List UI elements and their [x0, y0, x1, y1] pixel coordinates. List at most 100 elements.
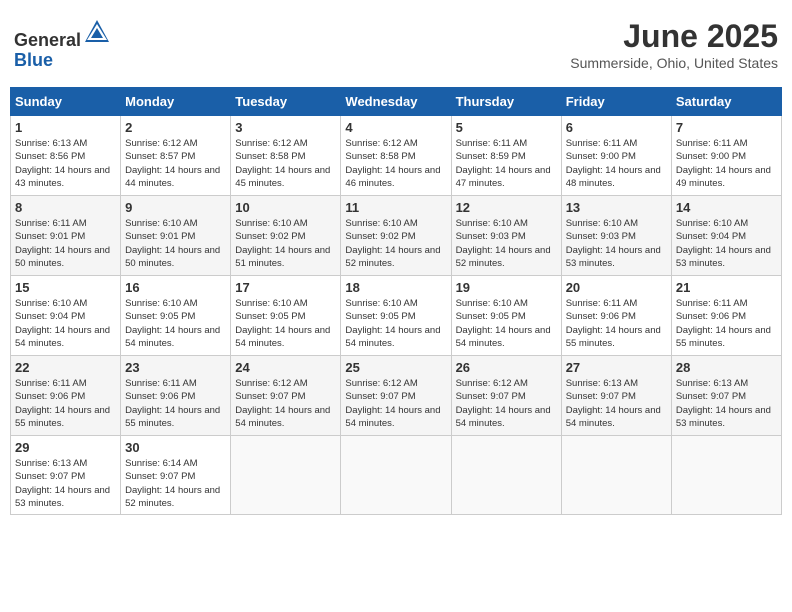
table-cell: 14 Sunrise: 6:10 AMSunset: 9:04 PMDaylig…: [671, 196, 781, 276]
col-monday: Monday: [121, 88, 231, 116]
day-info: Sunrise: 6:10 AMSunset: 9:02 PMDaylight:…: [345, 217, 446, 270]
day-number: 18: [345, 280, 446, 295]
day-number: 6: [566, 120, 667, 135]
table-cell: 24 Sunrise: 6:12 AMSunset: 9:07 PMDaylig…: [231, 356, 341, 436]
title-section: June 2025 Summerside, Ohio, United State…: [570, 18, 778, 71]
table-cell: 30 Sunrise: 6:14 AMSunset: 9:07 PMDaylig…: [121, 436, 231, 515]
day-number: 8: [15, 200, 116, 215]
table-cell: [671, 436, 781, 515]
day-info: Sunrise: 6:10 AMSunset: 9:02 PMDaylight:…: [235, 217, 336, 270]
calendar-week-1: 1 Sunrise: 6:13 AMSunset: 8:56 PMDayligh…: [11, 116, 782, 196]
day-info: Sunrise: 6:13 AMSunset: 9:07 PMDaylight:…: [676, 377, 777, 430]
calendar-header-row: Sunday Monday Tuesday Wednesday Thursday…: [11, 88, 782, 116]
day-number: 23: [125, 360, 226, 375]
table-cell: 23 Sunrise: 6:11 AMSunset: 9:06 PMDaylig…: [121, 356, 231, 436]
day-info: Sunrise: 6:11 AMSunset: 9:06 PMDaylight:…: [676, 297, 777, 350]
table-cell: [231, 436, 341, 515]
table-cell: 15 Sunrise: 6:10 AMSunset: 9:04 PMDaylig…: [11, 276, 121, 356]
logo-blue: Blue: [14, 50, 53, 70]
table-cell: 19 Sunrise: 6:10 AMSunset: 9:05 PMDaylig…: [451, 276, 561, 356]
col-saturday: Saturday: [671, 88, 781, 116]
day-number: 5: [456, 120, 557, 135]
table-cell: 12 Sunrise: 6:10 AMSunset: 9:03 PMDaylig…: [451, 196, 561, 276]
day-number: 14: [676, 200, 777, 215]
table-cell: 13 Sunrise: 6:10 AMSunset: 9:03 PMDaylig…: [561, 196, 671, 276]
table-cell: 16 Sunrise: 6:10 AMSunset: 9:05 PMDaylig…: [121, 276, 231, 356]
day-info: Sunrise: 6:13 AMSunset: 9:07 PMDaylight:…: [566, 377, 667, 430]
day-number: 25: [345, 360, 446, 375]
day-info: Sunrise: 6:12 AMSunset: 9:07 PMDaylight:…: [345, 377, 446, 430]
day-info: Sunrise: 6:12 AMSunset: 9:07 PMDaylight:…: [235, 377, 336, 430]
day-number: 7: [676, 120, 777, 135]
col-thursday: Thursday: [451, 88, 561, 116]
col-friday: Friday: [561, 88, 671, 116]
day-info: Sunrise: 6:11 AMSunset: 9:01 PMDaylight:…: [15, 217, 116, 270]
table-cell: 9 Sunrise: 6:10 AMSunset: 9:01 PMDayligh…: [121, 196, 231, 276]
day-number: 27: [566, 360, 667, 375]
day-number: 9: [125, 200, 226, 215]
calendar-week-2: 8 Sunrise: 6:11 AMSunset: 9:01 PMDayligh…: [11, 196, 782, 276]
table-cell: [341, 436, 451, 515]
day-info: Sunrise: 6:12 AMSunset: 8:58 PMDaylight:…: [235, 137, 336, 190]
logo: General Blue: [14, 18, 111, 71]
day-info: Sunrise: 6:12 AMSunset: 8:58 PMDaylight:…: [345, 137, 446, 190]
day-info: Sunrise: 6:13 AMSunset: 8:56 PMDaylight:…: [15, 137, 116, 190]
day-number: 4: [345, 120, 446, 135]
table-cell: 18 Sunrise: 6:10 AMSunset: 9:05 PMDaylig…: [341, 276, 451, 356]
day-info: Sunrise: 6:10 AMSunset: 9:05 PMDaylight:…: [345, 297, 446, 350]
logo-icon: [83, 18, 111, 46]
day-info: Sunrise: 6:11 AMSunset: 9:06 PMDaylight:…: [125, 377, 226, 430]
day-number: 19: [456, 280, 557, 295]
day-number: 17: [235, 280, 336, 295]
table-cell: 5 Sunrise: 6:11 AMSunset: 8:59 PMDayligh…: [451, 116, 561, 196]
table-cell: 22 Sunrise: 6:11 AMSunset: 9:06 PMDaylig…: [11, 356, 121, 436]
day-number: 15: [15, 280, 116, 295]
col-tuesday: Tuesday: [231, 88, 341, 116]
day-info: Sunrise: 6:14 AMSunset: 9:07 PMDaylight:…: [125, 457, 226, 510]
day-info: Sunrise: 6:11 AMSunset: 9:00 PMDaylight:…: [566, 137, 667, 190]
day-info: Sunrise: 6:10 AMSunset: 9:05 PMDaylight:…: [125, 297, 226, 350]
table-cell: 6 Sunrise: 6:11 AMSunset: 9:00 PMDayligh…: [561, 116, 671, 196]
table-cell: 11 Sunrise: 6:10 AMSunset: 9:02 PMDaylig…: [341, 196, 451, 276]
day-info: Sunrise: 6:10 AMSunset: 9:05 PMDaylight:…: [456, 297, 557, 350]
day-number: 16: [125, 280, 226, 295]
day-info: Sunrise: 6:10 AMSunset: 9:01 PMDaylight:…: [125, 217, 226, 270]
day-number: 1: [15, 120, 116, 135]
day-info: Sunrise: 6:12 AMSunset: 9:07 PMDaylight:…: [456, 377, 557, 430]
day-info: Sunrise: 6:13 AMSunset: 9:07 PMDaylight:…: [15, 457, 116, 510]
day-number: 30: [125, 440, 226, 455]
day-info: Sunrise: 6:10 AMSunset: 9:05 PMDaylight:…: [235, 297, 336, 350]
day-number: 11: [345, 200, 446, 215]
table-cell: 10 Sunrise: 6:10 AMSunset: 9:02 PMDaylig…: [231, 196, 341, 276]
day-number: 13: [566, 200, 667, 215]
table-cell: 17 Sunrise: 6:10 AMSunset: 9:05 PMDaylig…: [231, 276, 341, 356]
table-cell: 25 Sunrise: 6:12 AMSunset: 9:07 PMDaylig…: [341, 356, 451, 436]
table-cell: 3 Sunrise: 6:12 AMSunset: 8:58 PMDayligh…: [231, 116, 341, 196]
calendar-week-3: 15 Sunrise: 6:10 AMSunset: 9:04 PMDaylig…: [11, 276, 782, 356]
day-number: 26: [456, 360, 557, 375]
day-number: 22: [15, 360, 116, 375]
day-number: 3: [235, 120, 336, 135]
table-cell: [451, 436, 561, 515]
table-cell: 28 Sunrise: 6:13 AMSunset: 9:07 PMDaylig…: [671, 356, 781, 436]
day-info: Sunrise: 6:10 AMSunset: 9:04 PMDaylight:…: [15, 297, 116, 350]
day-info: Sunrise: 6:11 AMSunset: 9:06 PMDaylight:…: [566, 297, 667, 350]
page-header: General Blue June 2025 Summerside, Ohio,…: [10, 10, 782, 79]
day-number: 21: [676, 280, 777, 295]
day-info: Sunrise: 6:11 AMSunset: 9:00 PMDaylight:…: [676, 137, 777, 190]
day-info: Sunrise: 6:12 AMSunset: 8:57 PMDaylight:…: [125, 137, 226, 190]
table-cell: 1 Sunrise: 6:13 AMSunset: 8:56 PMDayligh…: [11, 116, 121, 196]
table-cell: [561, 436, 671, 515]
day-info: Sunrise: 6:10 AMSunset: 9:03 PMDaylight:…: [456, 217, 557, 270]
table-cell: 26 Sunrise: 6:12 AMSunset: 9:07 PMDaylig…: [451, 356, 561, 436]
day-number: 10: [235, 200, 336, 215]
table-cell: 29 Sunrise: 6:13 AMSunset: 9:07 PMDaylig…: [11, 436, 121, 515]
day-number: 2: [125, 120, 226, 135]
calendar-week-5: 29 Sunrise: 6:13 AMSunset: 9:07 PMDaylig…: [11, 436, 782, 515]
table-cell: 20 Sunrise: 6:11 AMSunset: 9:06 PMDaylig…: [561, 276, 671, 356]
day-info: Sunrise: 6:10 AMSunset: 9:03 PMDaylight:…: [566, 217, 667, 270]
table-cell: 4 Sunrise: 6:12 AMSunset: 8:58 PMDayligh…: [341, 116, 451, 196]
day-number: 20: [566, 280, 667, 295]
table-cell: 27 Sunrise: 6:13 AMSunset: 9:07 PMDaylig…: [561, 356, 671, 436]
location: Summerside, Ohio, United States: [570, 55, 778, 71]
